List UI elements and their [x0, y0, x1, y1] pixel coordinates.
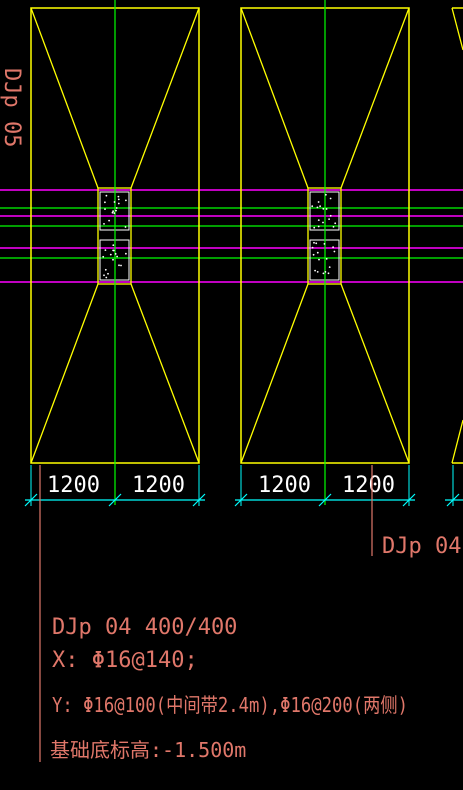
cad-drawing-canvas: 1200 1200 1200 1200 DJp 05 DJp 04 DJp 04…	[0, 0, 463, 762]
rebar-dot	[125, 252, 127, 255]
rebar-dot	[332, 226, 335, 228]
beam-lines	[0, 189, 463, 283]
rebar-dot	[103, 274, 105, 277]
rebar-dot	[107, 272, 109, 275]
rebar-dot	[325, 208, 328, 210]
footing-right-partial	[451, 7, 463, 464]
rebar-dot	[318, 258, 320, 261]
rebar-dot	[125, 199, 127, 202]
rebar-dot	[104, 249, 107, 252]
rebar-dot	[112, 249, 115, 252]
rebar-dot	[117, 202, 120, 205]
annotation-line-3: Y: Φ16@100(中间带2.4m),Φ16@200(两侧)	[52, 693, 408, 717]
rebar-dot	[316, 271, 319, 273]
rebar-dot	[104, 201, 106, 204]
rebar-dot	[322, 208, 325, 210]
rebar-dot	[313, 241, 315, 244]
rebar-dot	[314, 269, 316, 272]
rebar-dot	[118, 264, 120, 267]
rebar-dot	[102, 255, 105, 258]
callout-label: DJp 04	[382, 534, 461, 559]
annotation-line-2: X: Φ16@140;	[52, 648, 198, 673]
rebar-dot	[111, 211, 114, 214]
dimension-text-1: 1200	[47, 473, 100, 498]
rebar-dot	[317, 201, 320, 203]
rebar-dot	[117, 195, 120, 198]
rebar-dot	[324, 271, 327, 273]
rebar-dot	[313, 226, 316, 229]
rebar-dot	[312, 253, 315, 256]
rebar-dot	[114, 253, 117, 255]
rebar-dot	[120, 264, 122, 267]
rebar-dot	[322, 221, 324, 224]
annotation-line-4: 基础底标高:-1.500m	[50, 738, 246, 762]
rebar-dot	[315, 242, 318, 245]
rebar-dot	[124, 226, 127, 228]
rebar-dot	[322, 272, 325, 275]
rebar-dot	[316, 206, 319, 209]
rebar-dot	[105, 276, 108, 279]
left-edge-label: DJp 05	[0, 68, 24, 147]
rebar-dot	[115, 207, 118, 209]
rebar-dot	[319, 205, 321, 208]
rebar-dot	[327, 272, 330, 275]
rebar-dot	[311, 246, 314, 249]
rebar-dot	[325, 193, 327, 196]
rebar-dot	[113, 201, 116, 203]
rebar-dot	[329, 197, 332, 200]
rebar-dot	[325, 258, 328, 260]
annotation-line-1: DJp 04 400/400	[52, 615, 237, 640]
rebar-dot	[112, 244, 115, 247]
dimension-text-3: 1200	[258, 473, 311, 498]
rebar-dot	[112, 258, 114, 261]
rebar-dot	[328, 266, 331, 268]
footing-middle[interactable]	[240, 0, 410, 505]
rebar-dot	[116, 255, 118, 258]
rebar-dot	[329, 214, 332, 217]
rebar-dot	[105, 194, 108, 197]
dimension-text-2: 1200	[132, 473, 185, 498]
rebar-dot	[104, 208, 106, 211]
dimension-text-4: 1200	[342, 473, 395, 498]
rebar-dot	[317, 219, 320, 222]
rebar-dot	[104, 268, 107, 271]
rebar-dot	[323, 243, 326, 245]
footing-left[interactable]	[30, 0, 200, 505]
rebar-dot	[311, 205, 314, 208]
rebar-dot	[109, 253, 112, 256]
rebar-dot	[316, 251, 319, 254]
column-rebar-dots	[102, 193, 337, 279]
rebar-dot	[328, 218, 330, 221]
rebar-dot	[108, 219, 110, 222]
rebar-dot	[115, 209, 117, 212]
rebar-dot	[103, 223, 105, 225]
rebar-dot	[333, 250, 336, 253]
rebar-dot	[317, 225, 320, 228]
rebar-dot	[334, 222, 337, 225]
rebar-dot	[117, 198, 120, 201]
rebar-dot	[332, 246, 334, 249]
rebar-dot	[113, 212, 116, 215]
leader-lines	[39, 465, 373, 762]
